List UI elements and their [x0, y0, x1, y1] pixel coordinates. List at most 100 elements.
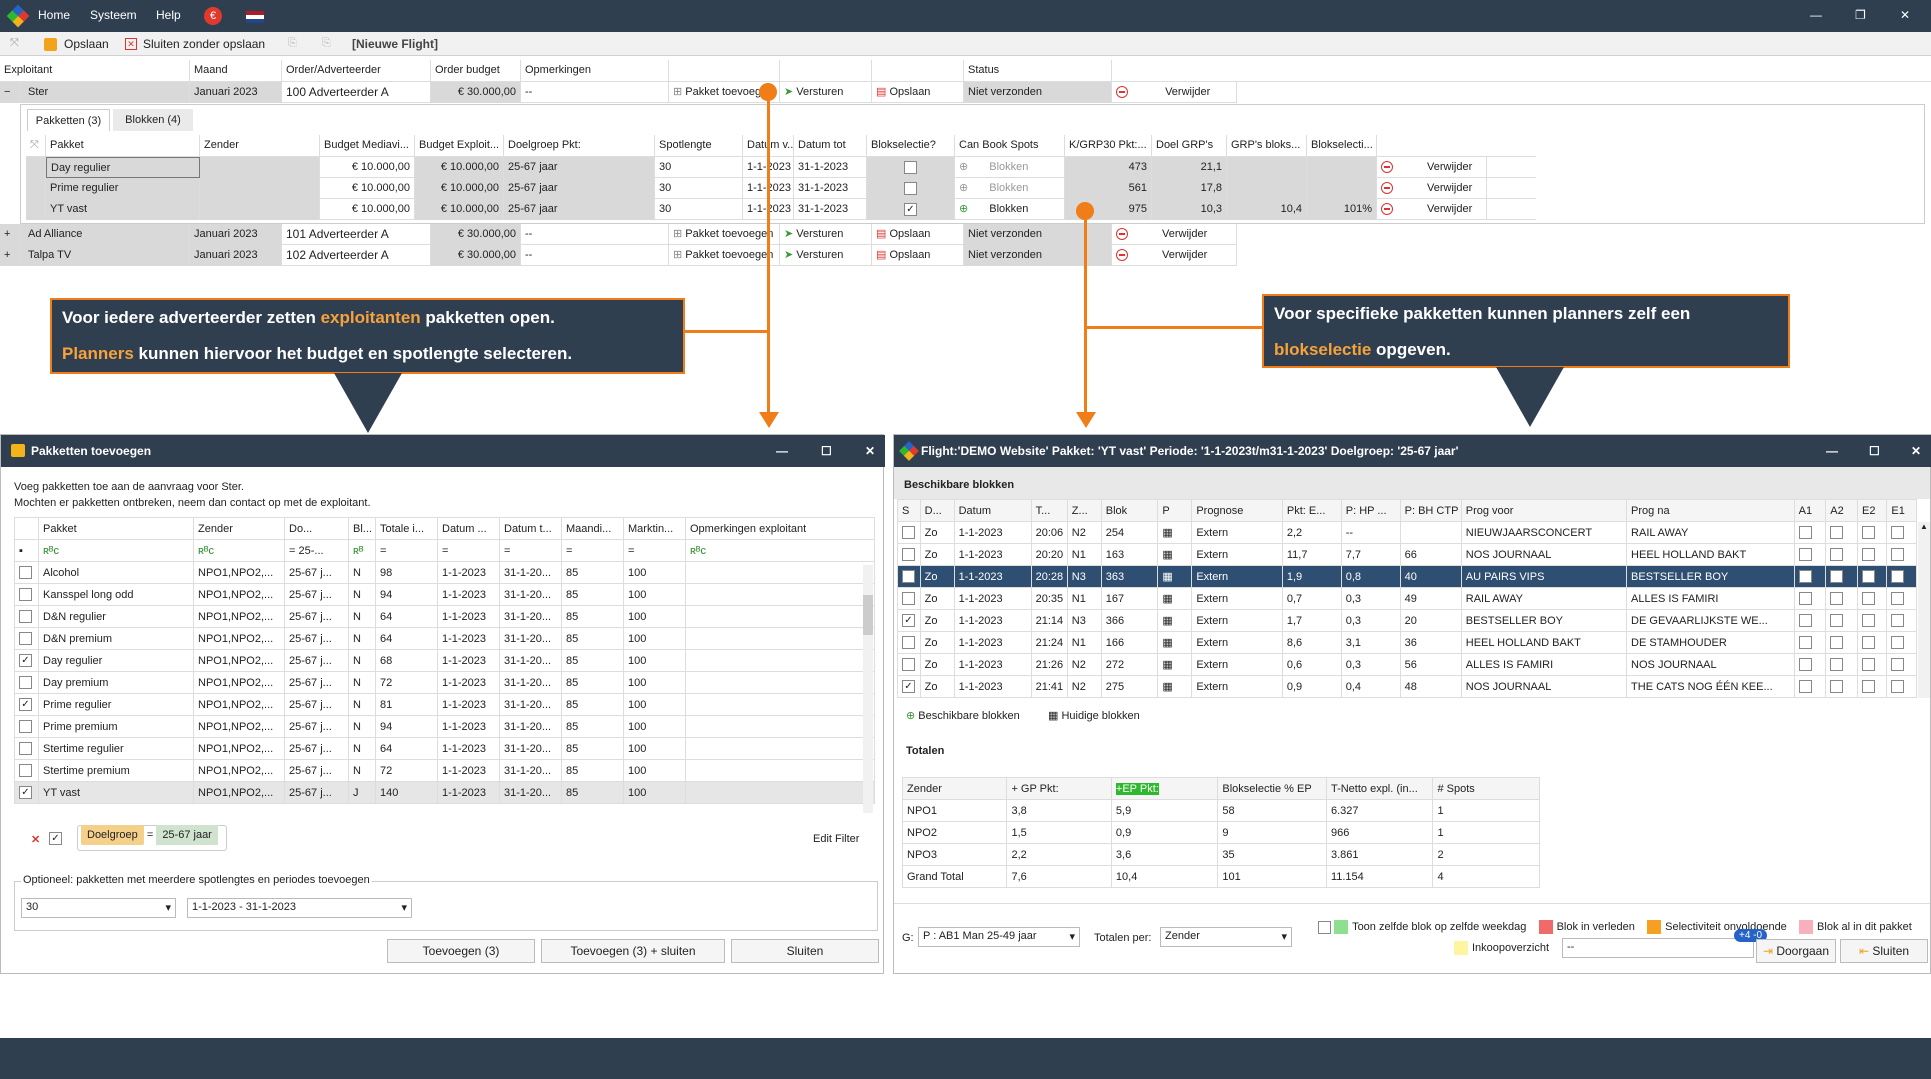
menu-home[interactable]: Home — [38, 8, 70, 22]
package-list-item[interactable]: ✓ Prime regulier NPO1,NPO2,... 25-67 j... N 8… — [14, 693, 875, 716]
menu-system[interactable]: Systeem — [90, 8, 137, 22]
tab-current-blocks[interactable]: ▦ Huidige blokken — [1048, 709, 1140, 722]
col-budget[interactable]: Order budget — [431, 60, 521, 81]
attr-checkbox[interactable] — [1861, 526, 1875, 539]
select-checkbox[interactable] — [902, 592, 915, 605]
totals-per-select[interactable]: Zender ▾ — [1160, 927, 1292, 947]
attr-checkbox[interactable] — [1798, 570, 1812, 583]
tab-pakketten[interactable]: Pakketten (3) — [27, 109, 110, 131]
block-row[interactable]: Zo 1-1-2023 21:26 N2 272 ▦ Extern 0,6 0,3 56 ALLES… — [897, 653, 1917, 676]
package-list-item[interactable]: Alcohol NPO1,NPO2,... 25-67 j... N 98 1-1-202… — [14, 561, 875, 584]
package-delete-button[interactable]: Verwijder — [1377, 178, 1487, 199]
attr-checkbox[interactable] — [1798, 592, 1812, 605]
grid-icon[interactable]: ▦ — [1157, 675, 1193, 698]
package-row[interactable]: Prime regulier € 10.000,00 € 10.000,00 2… — [26, 178, 1536, 199]
attr-checkbox[interactable] — [1861, 614, 1875, 627]
attr-checkbox[interactable] — [1891, 592, 1905, 605]
select-checkbox[interactable]: ✓ — [902, 614, 915, 627]
package-list-item[interactable]: Prime premium NPO1,NPO2,... 25-67 j... N 94 1… — [14, 715, 875, 738]
period-select[interactable]: 1-1-2023 - 31-1-2023 ▾ — [187, 898, 412, 918]
select-checkbox[interactable]: ✓ — [902, 570, 915, 583]
flag-icon[interactable] — [246, 11, 264, 23]
attr-checkbox[interactable] — [1891, 526, 1905, 539]
select-checkbox[interactable]: ✓ — [19, 786, 32, 799]
attr-checkbox[interactable] — [1830, 680, 1844, 693]
select-checkbox[interactable]: ✓ — [19, 654, 32, 667]
attr-checkbox[interactable] — [1891, 680, 1905, 693]
tab-available-blocks[interactable]: ⊕ Beschikbare blokken — [906, 709, 1020, 722]
attr-checkbox[interactable] — [1798, 614, 1812, 627]
attr-checkbox[interactable] — [1861, 548, 1875, 561]
send-button[interactable]: ➤ Versturen — [780, 82, 872, 103]
save-button[interactable]: Opslaan — [64, 37, 109, 51]
package-list-item[interactable]: D&N regulier NPO1,NPO2,... 25-67 j... N 64 1-… — [14, 605, 875, 628]
order-save-button[interactable]: ▤ Opslaan — [872, 224, 964, 245]
col-doelgroep[interactable]: Doelgroep Pkt: — [504, 135, 655, 156]
col-order[interactable]: Order/Adverteerder — [282, 60, 431, 81]
attr-checkbox[interactable] — [1830, 526, 1844, 539]
col-pakket[interactable]: Pakket — [38, 517, 194, 540]
select-checkbox[interactable] — [19, 676, 32, 689]
grid-icon[interactable]: ▦ — [1157, 609, 1193, 632]
package-delete-button[interactable]: Verwijder — [1377, 199, 1487, 220]
blokken-button[interactable]: ⊕ Blokken — [955, 157, 1065, 178]
col-doel-grp[interactable]: Doel GRP's — [1152, 135, 1227, 156]
attr-checkbox[interactable] — [1861, 680, 1875, 693]
blokken-button[interactable]: ⊕ Blokken — [955, 199, 1065, 220]
add-button[interactable]: Toevoegen (3) — [387, 939, 535, 963]
order-value[interactable]: 100 Adverteerder A — [282, 82, 431, 103]
col-status[interactable]: Status — [964, 60, 1112, 81]
order-save-button[interactable]: ▤ Opslaan — [872, 245, 964, 266]
attr-checkbox[interactable] — [1891, 570, 1905, 583]
delete-button[interactable]: Verwijder — [1112, 245, 1237, 266]
select-checkbox[interactable] — [902, 526, 915, 539]
maximize-icon[interactable]: ☐ — [1869, 435, 1880, 467]
package-list-item[interactable]: Stertime premium NPO1,NPO2,... 25-67 j... N… — [14, 759, 875, 782]
order-row[interactable]: − Ster Januari 2023 100 Adverteerder A €… — [0, 82, 1237, 103]
block-row[interactable]: ✓ Zo 1-1-2023 21:14 N3 366 ▦ Extern 1,7 0,3 20 BEST… — [897, 609, 1917, 632]
add-close-button[interactable]: Toevoegen (3) + sluiten — [541, 939, 725, 963]
attr-checkbox[interactable] — [1798, 548, 1812, 561]
minimize-icon[interactable]: — — [1826, 435, 1838, 467]
select-checkbox[interactable] — [902, 658, 915, 671]
package-list-item[interactable]: D&N premium NPO1,NPO2,... 25-67 j... N 64 1-1… — [14, 627, 875, 650]
col-datum-tot[interactable]: Datum tot — [794, 135, 867, 156]
paste-icon[interactable]: ⎘ — [322, 37, 331, 50]
brand-icon[interactable]: € — [204, 7, 222, 25]
order-save-button[interactable]: ▤ Opslaan — [872, 82, 964, 103]
attr-checkbox[interactable] — [1830, 592, 1844, 605]
attr-checkbox[interactable] — [1891, 548, 1905, 561]
filter-enabled-checkbox[interactable]: ✓ — [49, 832, 62, 845]
col-kgrp[interactable]: K/GRP30 Pkt:... — [1065, 135, 1152, 156]
grid-icon[interactable]: ▦ — [1157, 587, 1193, 610]
blokken-button[interactable]: ⊕ Blokken — [955, 178, 1065, 199]
attr-checkbox[interactable] — [1798, 658, 1812, 671]
maximize-icon[interactable]: ☐ — [821, 435, 832, 467]
attr-checkbox[interactable] — [1861, 658, 1875, 671]
attr-checkbox[interactable] — [1861, 570, 1875, 583]
block-row[interactable]: ✓ Zo 1-1-2023 20:28 N3 363 ▦ Extern 1,9 0,8 40 AU P… — [897, 565, 1917, 588]
attr-checkbox[interactable] — [1830, 548, 1844, 561]
edit-filter-link[interactable]: Edit Filter — [813, 833, 859, 845]
filter-row[interactable]: ▪ ʀᴮc ʀᴮc = 25-... ʀᴮ = = = = = ʀᴮc — [14, 539, 875, 562]
attr-checkbox[interactable] — [1798, 636, 1812, 649]
select-checkbox[interactable] — [19, 742, 32, 755]
spotlengte-select[interactable]: 30 ▾ — [21, 898, 176, 918]
attr-checkbox[interactable] — [1830, 658, 1844, 671]
add-package-button[interactable]: ⊞ Pakket toevoegen — [669, 245, 780, 266]
flight-close-button[interactable]: ⇤ Sluiten — [1840, 939, 1928, 963]
block-row[interactable]: ✓ Zo 1-1-2023 21:41 N2 275 ▦ Extern 0,9 0,4 48 NOS … — [897, 675, 1917, 698]
package-list-item[interactable]: Day premium NPO1,NPO2,... 25-67 j... N 72 1-1… — [14, 671, 875, 694]
attr-checkbox[interactable] — [1861, 592, 1875, 605]
col-budget-mediavi[interactable]: Budget Mediavi... — [320, 135, 415, 156]
select-checkbox[interactable] — [19, 632, 32, 645]
send-button[interactable]: ➤ Versturen — [780, 224, 872, 245]
collapse-icon[interactable]: ⤧ — [10, 37, 19, 50]
grid-icon[interactable]: ▦ — [1157, 653, 1193, 676]
dialog-close-button[interactable]: Sluiten — [731, 939, 879, 963]
close-icon[interactable]: ✕ — [1911, 435, 1921, 467]
grid-icon[interactable]: ▦ — [1157, 565, 1193, 588]
block-row[interactable]: Zo 1-1-2023 20:20 N1 163 ▦ Extern 11,7 7,7 66 NOS … — [897, 543, 1917, 566]
package-list-item[interactable]: ✓ YT vast NPO1,NPO2,... 25-67 j... J 140 1-1-2… — [14, 781, 875, 804]
minimize-icon[interactable]: — — [776, 435, 788, 467]
